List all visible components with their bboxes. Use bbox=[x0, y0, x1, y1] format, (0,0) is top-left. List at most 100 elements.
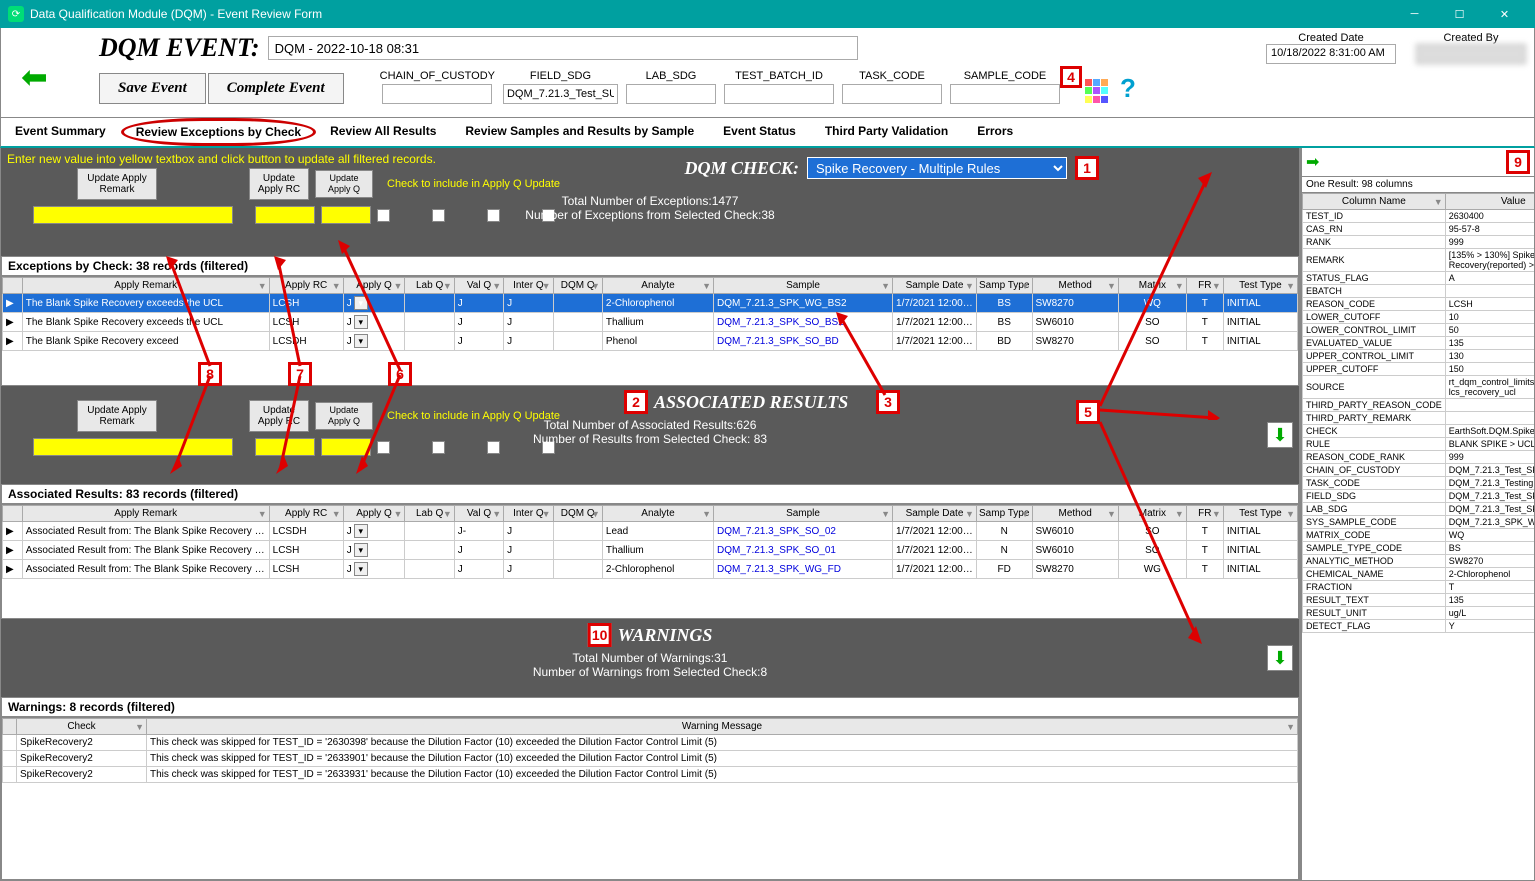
panel-arrow-icon[interactable]: ➡ bbox=[1306, 152, 1319, 172]
col-fr[interactable]: FR▼ bbox=[1186, 278, 1223, 294]
table-row[interactable]: SpikeRecovery2This check was skipped for… bbox=[3, 735, 1298, 751]
col-test type[interactable]: Test Type▼ bbox=[1223, 278, 1297, 294]
detail-row[interactable]: SAMPLE_TYPE_CODEBS bbox=[1303, 542, 1535, 555]
chk2-3[interactable] bbox=[487, 441, 500, 454]
table-row[interactable]: ▶Associated Result from: The Blank Spike… bbox=[3, 560, 1298, 579]
col-value[interactable]: Value bbox=[1445, 194, 1535, 210]
down-arrow-warnings[interactable]: ⬇ bbox=[1267, 645, 1293, 671]
field-input-3[interactable] bbox=[724, 84, 834, 104]
update-apply-q-btn[interactable]: Update Apply Q bbox=[315, 170, 373, 198]
col-check[interactable]: Check▼ bbox=[17, 719, 147, 735]
col-matrix[interactable]: Matrix▼ bbox=[1118, 506, 1186, 522]
detail-row[interactable]: CHEMICAL_NAME2-Chlorophenol bbox=[1303, 568, 1535, 581]
col-dqm q[interactable]: DQM Q▼ bbox=[553, 278, 602, 294]
tab-review-all-results[interactable]: Review All Results bbox=[316, 118, 451, 146]
col-apply q[interactable]: Apply Q▼ bbox=[343, 506, 405, 522]
col-warning-msg[interactable]: Warning Message▼ bbox=[147, 719, 1298, 735]
detail-row[interactable]: REASON_CODELCSH bbox=[1303, 298, 1535, 311]
detail-row[interactable]: UPPER_CUTOFF150 bbox=[1303, 363, 1535, 376]
tab-third-party[interactable]: Third Party Validation bbox=[811, 118, 963, 146]
down-arrow-assoc[interactable]: ⬇ bbox=[1267, 422, 1293, 448]
col-apply remark[interactable]: Apply Remark▼ bbox=[22, 278, 269, 294]
col-sample date[interactable]: Sample Date▼ bbox=[893, 278, 977, 294]
col-inter q[interactable]: Inter Q▼ bbox=[504, 506, 553, 522]
detail-row[interactable]: EBATCH bbox=[1303, 285, 1535, 298]
maximize-button[interactable]: ☐ bbox=[1437, 0, 1482, 28]
detail-row[interactable]: ANALYTIC_METHODSW8270 bbox=[1303, 555, 1535, 568]
col-apply remark[interactable]: Apply Remark▼ bbox=[22, 506, 269, 522]
tab-event-summary[interactable]: Event Summary bbox=[1, 118, 121, 146]
detail-row[interactable]: LOWER_CUTOFF10 bbox=[1303, 311, 1535, 324]
tab-review-samples[interactable]: Review Samples and Results by Sample bbox=[451, 118, 709, 146]
col-lab q[interactable]: Lab Q▼ bbox=[405, 278, 454, 294]
detail-row[interactable]: TEST_ID2630400 bbox=[1303, 210, 1535, 223]
detail-row[interactable]: CHECKEarthSoft.DQM.SpikeRecovery2 bbox=[1303, 425, 1535, 438]
table-row[interactable]: SpikeRecovery2This check was skipped for… bbox=[3, 751, 1298, 767]
table-row[interactable]: ▶The Blank Spike Recovery exceedLCSDHJ▾J… bbox=[3, 332, 1298, 351]
col-sample date[interactable]: Sample Date▼ bbox=[893, 506, 977, 522]
col-matrix[interactable]: Matrix▼ bbox=[1118, 278, 1186, 294]
detail-row[interactable]: EVALUATED_VALUE135 bbox=[1303, 337, 1535, 350]
col-val q[interactable]: Val Q▼ bbox=[454, 506, 503, 522]
chk2-2[interactable] bbox=[432, 441, 445, 454]
detail-row[interactable]: REMARK[135% > 130%] Spike Recovery(repor… bbox=[1303, 249, 1535, 272]
chk-interq[interactable] bbox=[487, 209, 500, 222]
back-arrow-icon[interactable]: ⬅ bbox=[21, 58, 48, 96]
chk-labq[interactable] bbox=[377, 209, 390, 222]
field-input-0[interactable] bbox=[382, 84, 492, 104]
minimize-button[interactable]: ─ bbox=[1392, 0, 1437, 28]
col-val q[interactable]: Val Q▼ bbox=[454, 278, 503, 294]
field-input-4[interactable] bbox=[842, 84, 942, 104]
detail-row[interactable]: UPPER_CONTROL_LIMIT130 bbox=[1303, 350, 1535, 363]
complete-event-button[interactable]: Complete Event bbox=[208, 73, 344, 104]
col-sample[interactable]: Sample▼ bbox=[714, 278, 893, 294]
field-input-2[interactable] bbox=[626, 84, 716, 104]
table-row[interactable]: SpikeRecovery2This check was skipped for… bbox=[3, 767, 1298, 783]
rc-input-2[interactable] bbox=[255, 438, 315, 456]
detail-row[interactable]: CHAIN_OF_CUSTODYDQM_7.21.3_Test_SPK bbox=[1303, 464, 1535, 477]
dqm-check-select[interactable]: Spike Recovery - Multiple Rules bbox=[807, 157, 1067, 179]
col-samp type[interactable]: Samp Type▼ bbox=[976, 506, 1032, 522]
detail-row[interactable]: DETECT_FLAGY bbox=[1303, 620, 1535, 633]
save-event-button[interactable]: Save Event bbox=[99, 73, 206, 104]
detail-row[interactable]: MATRIX_CODEWQ bbox=[1303, 529, 1535, 542]
remark-input[interactable] bbox=[33, 206, 233, 224]
update-apply-remark-btn[interactable]: Update Apply Remark bbox=[77, 168, 157, 200]
detail-row[interactable]: FIELD_SDGDQM_7.21.3_Test_SPK bbox=[1303, 490, 1535, 503]
detail-row[interactable]: TASK_CODEDQM_7.21.3_Testing bbox=[1303, 477, 1535, 490]
event-name-input[interactable] bbox=[268, 36, 858, 60]
field-input-1[interactable] bbox=[503, 84, 618, 104]
col-dqm q[interactable]: DQM Q▼ bbox=[553, 506, 602, 522]
table-row[interactable]: ▶Associated Result from: The Blank Spike… bbox=[3, 522, 1298, 541]
grid-icon[interactable] bbox=[1084, 78, 1110, 104]
table-row[interactable]: ▶Associated Result from: The Blank Spike… bbox=[3, 541, 1298, 560]
field-input-5[interactable] bbox=[950, 84, 1060, 104]
table-row[interactable]: ▶The Blank Spike Recovery exceeds the UC… bbox=[3, 313, 1298, 332]
detail-row[interactable]: RANK999 bbox=[1303, 236, 1535, 249]
tab-errors[interactable]: Errors bbox=[963, 118, 1028, 146]
tab-event-status[interactable]: Event Status bbox=[709, 118, 811, 146]
col-method[interactable]: Method▼ bbox=[1032, 506, 1118, 522]
detail-row[interactable]: FRACTIONT bbox=[1303, 581, 1535, 594]
detail-row[interactable]: SOURCErt_dqm_control_limits lcs_recovery… bbox=[1303, 376, 1535, 399]
detail-row[interactable]: STATUS_FLAGA bbox=[1303, 272, 1535, 285]
q-input[interactable] bbox=[321, 206, 371, 224]
detail-row[interactable]: RESULT_TEXT135 bbox=[1303, 594, 1535, 607]
detail-row[interactable]: RESULT_UNITug/L bbox=[1303, 607, 1535, 620]
rc-input[interactable] bbox=[255, 206, 315, 224]
tab-review-exceptions[interactable]: Review Exceptions by Check bbox=[121, 118, 316, 146]
col-lab q[interactable]: Lab Q▼ bbox=[405, 506, 454, 522]
col-analyte[interactable]: Analyte▼ bbox=[602, 506, 713, 522]
close-button[interactable]: ✕ bbox=[1482, 0, 1527, 28]
detail-row[interactable]: THIRD_PARTY_REASON_CODE bbox=[1303, 399, 1535, 412]
col-sample[interactable]: Sample▼ bbox=[714, 506, 893, 522]
update-apply-remark-btn-2[interactable]: Update Apply Remark bbox=[77, 400, 157, 432]
update-apply-rc-btn[interactable]: Update Apply RC bbox=[249, 168, 309, 200]
table-row[interactable]: ▶The Blank Spike Recovery exceeds the UC… bbox=[3, 294, 1298, 313]
detail-row[interactable]: THIRD_PARTY_REMARK bbox=[1303, 412, 1535, 425]
chk-valq[interactable] bbox=[432, 209, 445, 222]
help-icon[interactable]: ? bbox=[1120, 73, 1136, 104]
col-apply rc[interactable]: Apply RC▼ bbox=[269, 278, 343, 294]
col-test type[interactable]: Test Type▼ bbox=[1223, 506, 1297, 522]
col-inter q[interactable]: Inter Q▼ bbox=[504, 278, 553, 294]
